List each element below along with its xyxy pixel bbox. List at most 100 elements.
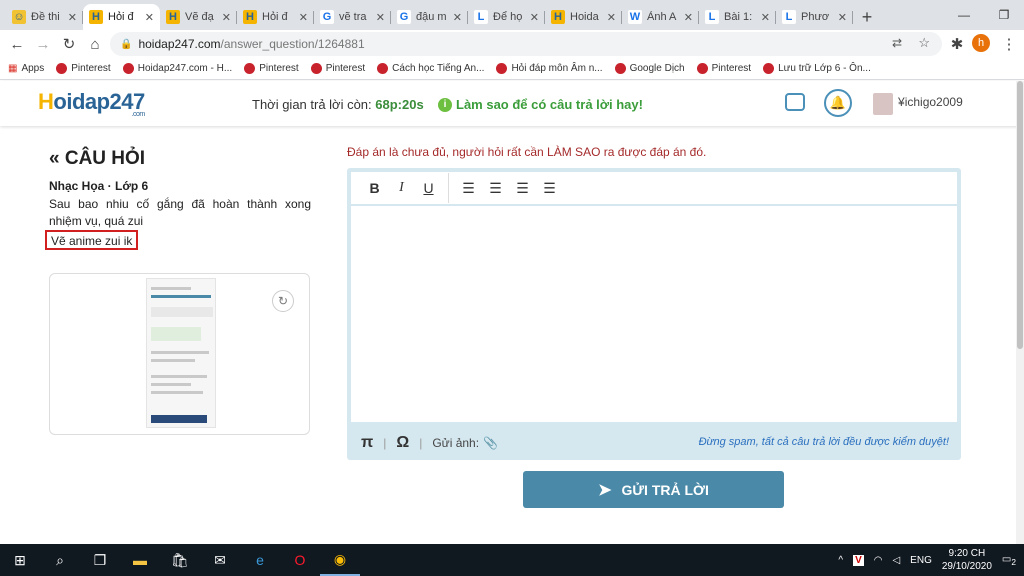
back-button[interactable]: ← bbox=[4, 31, 30, 57]
volume-icon[interactable]: ◁ bbox=[892, 555, 900, 566]
tab-favicon-icon: L bbox=[782, 10, 796, 24]
start-icon[interactable]: ⊞ bbox=[0, 544, 40, 576]
new-tab-button[interactable]: + bbox=[853, 4, 881, 30]
tab-close-icon[interactable]: ✕ bbox=[376, 11, 385, 24]
bold-button[interactable]: B bbox=[361, 176, 388, 200]
language-indicator[interactable]: ENG bbox=[910, 555, 932, 566]
tab-close-icon[interactable]: ✕ bbox=[222, 11, 231, 24]
site-header: Hoidap247 .com Thời gian trả lời còn: 68p… bbox=[0, 81, 1024, 126]
tip-link[interactable]: i Làm sao để có câu trả lời hay! bbox=[438, 97, 643, 112]
page-scrollbar[interactable] bbox=[1016, 81, 1024, 544]
opera-icon[interactable]: O bbox=[280, 544, 320, 576]
apps-grid-icon: ▦ bbox=[8, 63, 18, 74]
omega-icon[interactable]: Ω bbox=[396, 434, 409, 452]
username[interactable]: ¥ichigo2009 bbox=[898, 95, 963, 109]
tab-close-icon[interactable]: ✕ bbox=[145, 11, 154, 24]
restore-button[interactable]: ❐ bbox=[984, 0, 1024, 30]
notification-icon[interactable]: ▭2 bbox=[1002, 554, 1016, 567]
search-icon[interactable]: ⌕ bbox=[40, 544, 80, 576]
bell-icon[interactable]: 🔔 bbox=[824, 89, 852, 117]
tab-close-icon[interactable]: ✕ bbox=[453, 11, 462, 24]
chrome-icon[interactable]: ◉ bbox=[320, 544, 360, 576]
paperclip-icon[interactable]: 📎 bbox=[483, 436, 498, 450]
tab-close-icon[interactable]: ✕ bbox=[299, 11, 308, 24]
reload-button[interactable]: ↻ bbox=[56, 31, 82, 57]
toolbar-divider bbox=[448, 173, 449, 203]
extensions-icon[interactable]: ✱ bbox=[944, 31, 970, 57]
translate-icon[interactable]: ⇄ bbox=[892, 36, 902, 50]
bookmark-7[interactable]: Google Dịch bbox=[614, 63, 685, 74]
editor-footer: π | Ω | Gửi ảnh: 📎 bbox=[361, 434, 499, 452]
align-center-icon[interactable]: ☰ bbox=[482, 176, 509, 200]
site-logo[interactable]: Hoidap247 .com bbox=[38, 89, 145, 118]
question-image-card[interactable]: ↻ bbox=[49, 273, 310, 435]
task-view-icon[interactable]: ❐ bbox=[80, 544, 120, 576]
menu-icon[interactable]: ⋮ bbox=[996, 31, 1022, 57]
submit-answer-button[interactable]: ➤ GỬI TRẢ LỜI bbox=[523, 471, 784, 508]
bookmarks-bar: ▦ Apps Pinterest Hoidap247.com - H... Pinter… bbox=[0, 58, 1024, 80]
tab-1[interactable]: H Hỏi đ ✕ bbox=[83, 4, 160, 30]
tab-3[interactable]: H Hỏi đ ✕ bbox=[237, 4, 314, 30]
tab-8[interactable]: W Ảnh A ✕ bbox=[622, 4, 699, 30]
wifi-icon[interactable]: ◠ bbox=[874, 555, 883, 566]
file-explorer-icon[interactable]: ▬ bbox=[120, 544, 160, 576]
tab-title: Bài 1: bbox=[724, 11, 753, 23]
page-title-text: CÂU HỎI bbox=[64, 148, 146, 169]
bookmark-icon bbox=[56, 63, 68, 74]
tab-close-icon[interactable]: ✕ bbox=[607, 11, 616, 24]
tab-0[interactable]: ☺ Đề thi ✕ bbox=[6, 4, 83, 30]
align-left-icon[interactable]: ☰ bbox=[455, 176, 482, 200]
minimize-button[interactable]: — bbox=[944, 0, 984, 30]
mail-icon[interactable]: ✉ bbox=[200, 544, 240, 576]
bookmark-2[interactable]: Hoidap247.com - H... bbox=[122, 63, 232, 74]
tip-text: Làm sao để có câu trả lời hay! bbox=[456, 97, 643, 112]
chat-icon[interactable] bbox=[785, 93, 805, 111]
bookmark-6[interactable]: Hỏi đáp môn Âm n... bbox=[496, 63, 603, 74]
tab-2[interactable]: H Vẽ đạ ✕ bbox=[160, 4, 237, 30]
bookmark-5[interactable]: Cách học Tiếng An... bbox=[377, 63, 484, 74]
underline-button[interactable]: U bbox=[415, 176, 442, 200]
forward-button[interactable]: → bbox=[30, 31, 56, 57]
chevron-up-icon[interactable]: ^ bbox=[838, 555, 843, 566]
question-image[interactable] bbox=[146, 278, 216, 428]
tab-strip: ☺ Đề thi ✕ H Hỏi đ ✕ H Vẽ đạ ✕ H Hỏi đ ✕ Gvẽ tra ✕ Gđậ… bbox=[0, 0, 1024, 30]
answer-textarea[interactable] bbox=[351, 206, 957, 422]
user-avatar[interactable] bbox=[873, 93, 893, 115]
home-icon[interactable]: ⌂ bbox=[82, 31, 108, 57]
tab-7[interactable]: H Hoida ✕ bbox=[545, 4, 622, 30]
tab-5[interactable]: Gđậu m ✕ bbox=[391, 4, 468, 30]
tab-close-icon[interactable]: ✕ bbox=[530, 11, 539, 24]
tab-close-icon[interactable]: ✕ bbox=[838, 11, 847, 24]
align-justify-icon[interactable]: ☰ bbox=[536, 176, 563, 200]
tab-6[interactable]: L Để họ ✕ bbox=[468, 4, 545, 30]
store-icon[interactable]: 🛍 bbox=[160, 544, 200, 576]
tab-favicon-icon: G bbox=[397, 10, 411, 24]
tab-9[interactable]: L Bài 1: ✕ bbox=[699, 4, 776, 30]
bookmark-3[interactable]: Pinterest bbox=[244, 63, 299, 74]
timer-value: 68p:20s bbox=[375, 97, 424, 112]
bookmark-9[interactable]: Lưu trữ Lớp 6 - Ôn... bbox=[763, 63, 871, 74]
vietkey-icon[interactable]: V bbox=[853, 554, 864, 566]
pi-icon[interactable]: π bbox=[361, 434, 373, 452]
tab-10[interactable]: L Phươ ✕ bbox=[776, 4, 853, 30]
scrollbar-thumb[interactable] bbox=[1017, 81, 1023, 349]
bookmark-8[interactable]: Pinterest bbox=[696, 63, 751, 74]
tab-close-icon[interactable]: ✕ bbox=[761, 11, 770, 24]
tab-close-icon[interactable]: ✕ bbox=[68, 11, 77, 24]
username-text: ichigo2009 bbox=[904, 95, 963, 109]
tab-4[interactable]: Gvẽ tra ✕ bbox=[314, 4, 391, 30]
rotate-icon[interactable]: ↻ bbox=[272, 290, 294, 312]
clock[interactable]: 9:20 CH 29/10/2020 bbox=[942, 547, 992, 573]
bookmark-label: Pinterest bbox=[259, 63, 299, 74]
italic-button[interactable]: I bbox=[388, 176, 415, 200]
bookmark-4[interactable]: Pinterest bbox=[310, 63, 365, 74]
address-bar[interactable]: 🔒 hoidap247.com/answer_question/1264881 … bbox=[110, 32, 942, 56]
bookmark-0[interactable]: ▦ Apps bbox=[8, 63, 44, 74]
align-right-icon[interactable]: ☰ bbox=[509, 176, 536, 200]
profile-avatar[interactable]: h bbox=[972, 34, 990, 52]
tab-close-icon[interactable]: ✕ bbox=[684, 11, 693, 24]
edge-icon[interactable]: e bbox=[240, 544, 280, 576]
bookmark-label: Apps bbox=[21, 63, 45, 74]
bookmark-1[interactable]: Pinterest bbox=[56, 63, 111, 74]
star-icon[interactable]: ☆ bbox=[918, 35, 930, 51]
